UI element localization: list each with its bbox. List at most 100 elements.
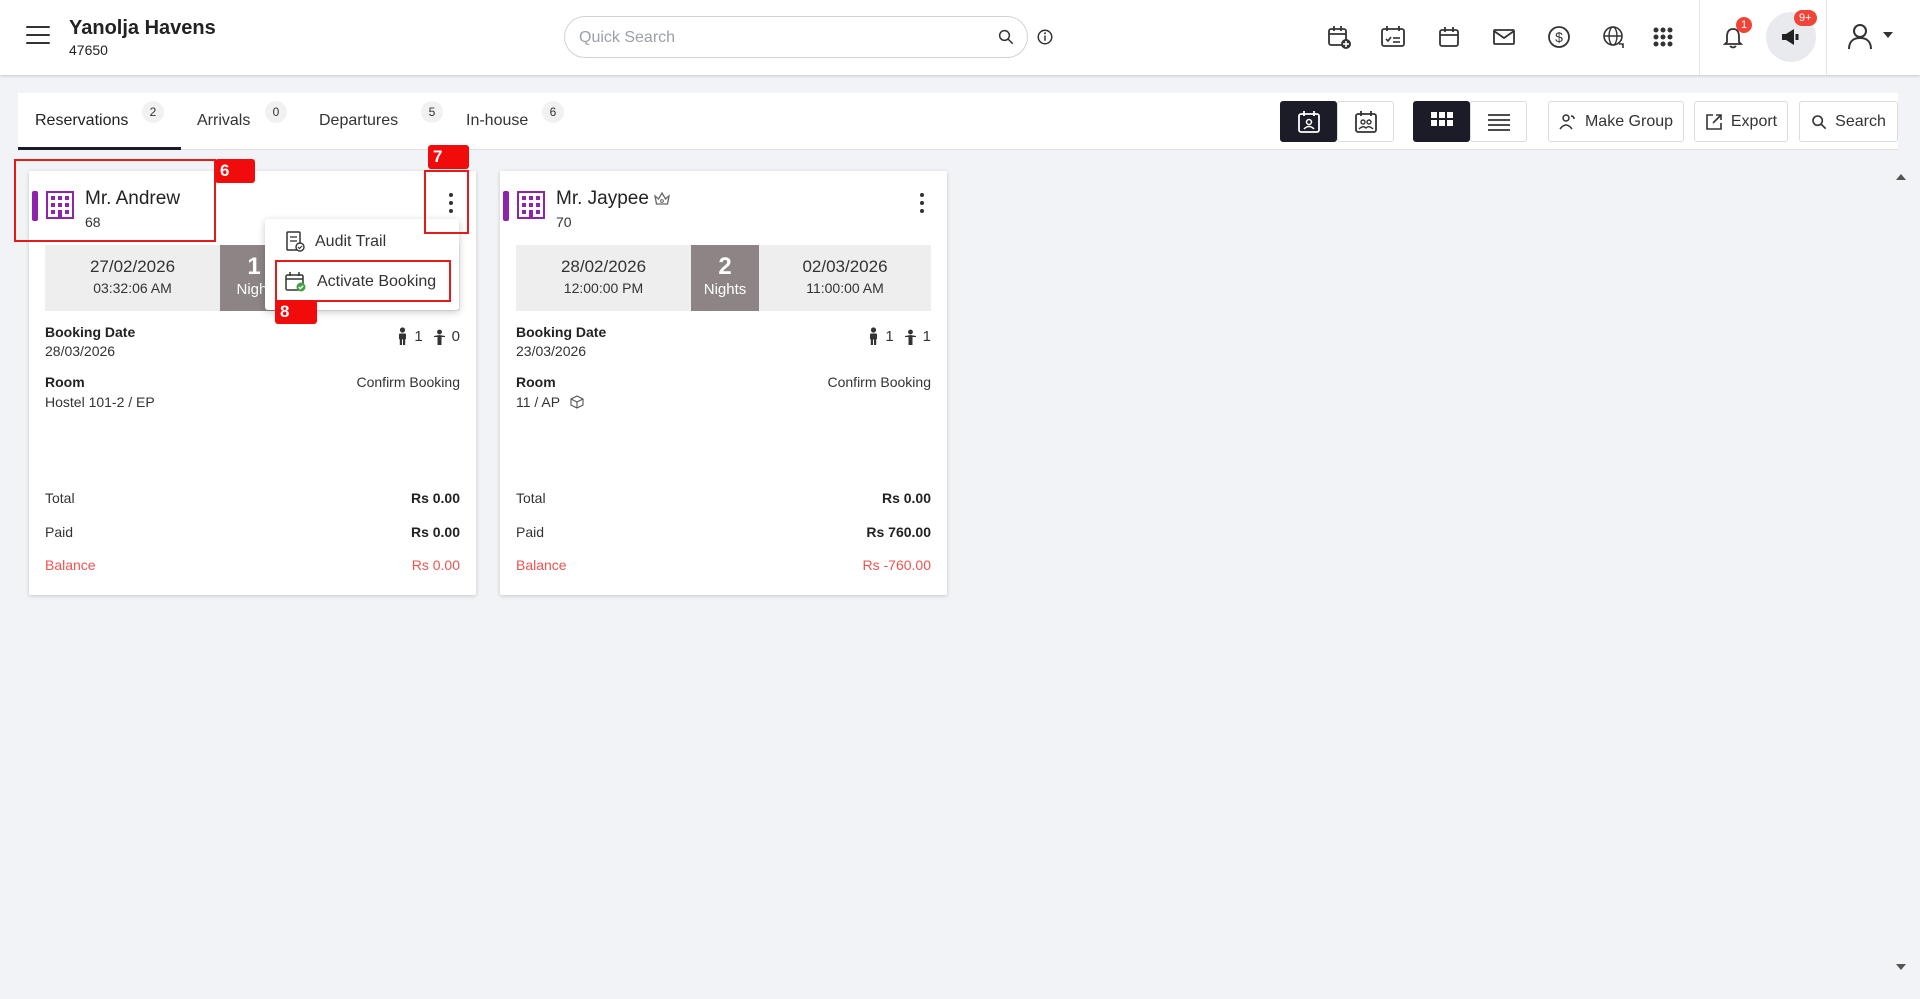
balance-value: Rs 0.00 [411, 557, 460, 573]
booking-date: 23/03/2026 [516, 343, 587, 359]
mail-icon[interactable] [1491, 24, 1517, 50]
menu-item-audit-trail[interactable]: Audit Trail [285, 229, 386, 255]
nights-label: Nights [703, 281, 747, 298]
list-view-button[interactable] [1470, 101, 1527, 142]
balance-value: Rs -760.00 [862, 557, 931, 573]
make-group-label: Make Group [1584, 112, 1674, 130]
total-label: Total [45, 490, 75, 506]
arrival-date: 27/02/2026 [89, 257, 176, 276]
booking-date-label: Booking Date [516, 324, 607, 340]
booking-status: Confirm Booking [827, 374, 932, 390]
user-avatar-icon[interactable] [1846, 22, 1874, 50]
guest-count: 1 0 [397, 327, 460, 345]
tab-count-badge: 2 [142, 101, 164, 123]
guest-view-button[interactable] [1280, 101, 1337, 142]
export-icon [1705, 113, 1723, 131]
globe-icon[interactable] [1601, 24, 1627, 50]
annotation-tag: 6 [215, 159, 255, 183]
tab-reservations[interactable]: Reservations 2 [18, 93, 181, 150]
calendar-person-icon [1297, 110, 1321, 134]
quick-search-input[interactable] [579, 27, 969, 49]
arrival-time: 03:32:06 AM [93, 280, 172, 296]
nights-block: 2 Nights [691, 245, 759, 311]
booking-date: 28/03/2026 [45, 343, 116, 359]
tab-departures[interactable]: Departures 5 [302, 93, 449, 150]
search-label: Search [1835, 112, 1886, 130]
hotel-id: 47650 [69, 42, 108, 58]
scroll-up-arrow-icon[interactable] [1896, 174, 1906, 180]
arrival-time: 12:00:00 PM [563, 280, 644, 296]
scroll-down-arrow-icon[interactable] [1896, 964, 1906, 970]
total-label: Total [516, 490, 546, 506]
card-status-stripe [503, 191, 509, 221]
adult-icon [868, 327, 879, 345]
apps-grid-icon[interactable] [1650, 24, 1676, 50]
group-view-button[interactable] [1337, 101, 1394, 142]
grid-view-button[interactable] [1413, 101, 1470, 142]
quick-search-box [564, 16, 1028, 58]
nights-count: 2 [718, 253, 732, 280]
room-value: 11 / AP [516, 394, 561, 410]
calendar-check-list-icon[interactable] [1380, 24, 1406, 50]
annotation-tag: 7 [428, 145, 469, 169]
new-reservation-icon[interactable] [1326, 24, 1352, 50]
tab-arrivals[interactable]: Arrivals 0 [181, 93, 302, 150]
departure-date: 02/03/2026 [802, 257, 888, 276]
annotation-box-more-options [424, 170, 469, 234]
tab-count-badge: 6 [542, 101, 564, 123]
departure-time: 11:00:00 AM [806, 280, 884, 296]
arrival-block: 28/02/2026 12:00:00 PM [516, 245, 691, 311]
tab-label: In-house [466, 112, 529, 129]
tab-in-house[interactable]: In-house 6 [449, 93, 579, 150]
paid-label: Paid [516, 524, 545, 540]
export-label: Export [1730, 112, 1778, 130]
search-button[interactable]: Search [1799, 101, 1898, 142]
room-label: Room [45, 374, 85, 390]
audit-trail-icon [285, 231, 305, 253]
notification-count-badge: 1 [1736, 17, 1753, 33]
make-group-button[interactable]: Make Group [1548, 101, 1684, 142]
child-icon [433, 329, 446, 345]
calendar-group-icon [1354, 110, 1378, 134]
departure-block: 02/03/2026 11:00:00 AM [759, 245, 931, 311]
booking-number: 70 [556, 214, 572, 230]
export-button[interactable]: Export [1694, 101, 1788, 142]
hotel-name: Yanolja Havens [69, 17, 216, 39]
balance-label: Balance [516, 557, 567, 573]
adult-count: 1 [885, 328, 894, 345]
total-value: Rs 0.00 [881, 490, 931, 506]
search-icon [1811, 114, 1827, 130]
more-options-icon[interactable] [919, 193, 925, 215]
paid-value: Rs 0.00 [410, 524, 460, 540]
guest-name[interactable]: Mr. Jaypee [556, 188, 649, 210]
search-icon[interactable] [997, 28, 1015, 46]
tab-label: Arrivals [197, 112, 251, 129]
calendar-icon[interactable] [1436, 24, 1462, 50]
group-icon [1559, 113, 1577, 131]
tab-count-badge: 5 [421, 101, 443, 123]
hamburger-menu-icon[interactable] [26, 26, 50, 48]
room-label: Room [516, 374, 556, 390]
balance-label: Balance [45, 557, 96, 573]
dollar-icon[interactable]: $ [1546, 24, 1572, 50]
grid-view-icon [1430, 111, 1454, 133]
booking-date-label: Booking Date [45, 324, 136, 340]
chevron-down-icon[interactable] [1882, 30, 1894, 40]
package-box-icon [570, 395, 584, 409]
child-icon [904, 329, 917, 345]
info-icon[interactable] [1036, 28, 1054, 46]
child-count: 0 [451, 328, 460, 345]
top-header: Yanolja Havens 47650 $ 1 9+ [0, 0, 1920, 75]
arrival-date: 28/02/2026 [560, 257, 647, 276]
reservation-card[interactable]: Mr. Jaypee 70 28/02/2026 12:00:00 PM 2 N… [500, 171, 947, 595]
stay-dates: 28/02/2026 12:00:00 PM 2 Nights 02/03/20… [516, 245, 931, 311]
total-value: Rs 0.00 [410, 490, 460, 506]
paid-value: Rs 760.00 [866, 524, 931, 540]
annotation-box-activate-booking [275, 260, 451, 302]
room-value: Hostel 101-2 / EP [45, 394, 155, 410]
annotation-box-guest-header [14, 159, 216, 242]
paid-label: Paid [45, 524, 74, 540]
menu-item-label: Audit Trail [315, 233, 387, 250]
building-icon [516, 190, 546, 220]
header-divider [1699, 0, 1700, 75]
